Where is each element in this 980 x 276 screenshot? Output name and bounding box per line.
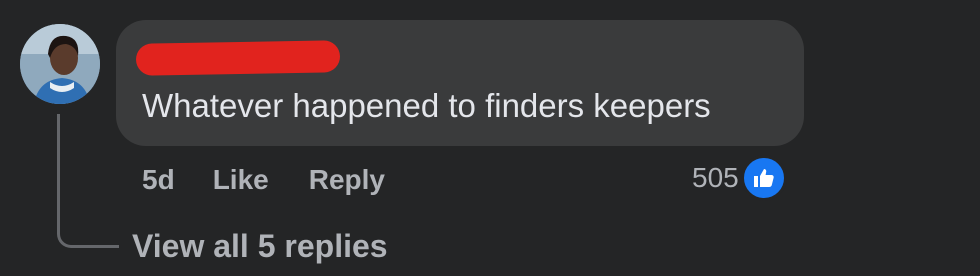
avatar[interactable] xyxy=(20,24,100,104)
reply-button[interactable]: Reply xyxy=(309,164,385,196)
view-all-replies-link[interactable]: View all 5 replies xyxy=(132,226,388,266)
comment-actions: 5d Like Reply xyxy=(142,160,425,200)
reaction-summary[interactable]: 505 xyxy=(692,154,787,202)
like-button[interactable]: Like xyxy=(213,164,269,196)
comment-thread: ... Whatever happened to finders keepers… xyxy=(0,0,980,276)
comment-bubble: ... Whatever happened to finders keepers xyxy=(116,20,804,146)
comment-text: Whatever happened to finders keepers xyxy=(142,87,711,124)
comment-timestamp[interactable]: 5d xyxy=(142,164,175,196)
redaction-mark xyxy=(135,40,341,76)
thread-connector-line xyxy=(57,114,119,248)
reaction-count: 505 xyxy=(692,162,739,193)
thumbs-up-icon xyxy=(740,155,787,201)
avatar-photo xyxy=(20,24,100,104)
